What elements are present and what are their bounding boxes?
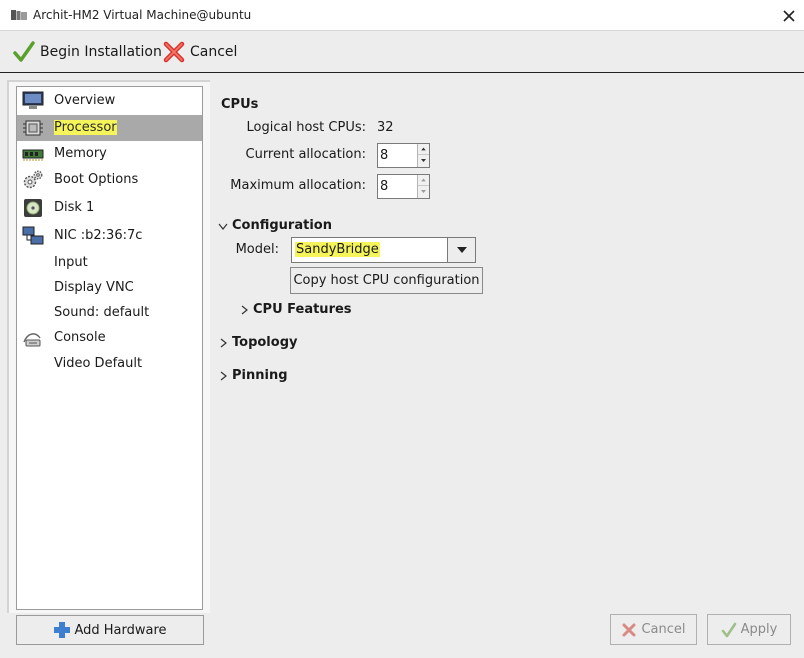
dropdown-arrow-icon <box>457 247 467 253</box>
serial-cable-icon <box>23 333 41 347</box>
maximum-allocation-value: 8 <box>380 179 389 194</box>
configuration-title: Configuration <box>232 218 332 233</box>
toolbar-cancel-button[interactable]: Cancel <box>162 31 237 72</box>
apply-label: Apply <box>740 622 778 637</box>
pinning-title: Pinning <box>232 368 288 383</box>
begin-installation-label: Begin Installation <box>40 43 162 60</box>
cpu-model-combobox[interactable]: SandyBridge <box>291 237 476 263</box>
sidebar-item-sound[interactable]: Sound: default <box>17 300 202 326</box>
configuration-expander[interactable]: Configuration <box>218 218 332 233</box>
footer-cancel-button[interactable]: Cancel <box>610 614 697 645</box>
gears-icon <box>23 170 43 189</box>
topology-expander[interactable]: Topology <box>218 335 297 350</box>
sidebar-item-label: Overview <box>54 93 116 108</box>
collapsed-arrow-icon <box>241 305 248 314</box>
spin-down-icon[interactable] <box>418 186 429 197</box>
spinner-arrows <box>417 144 429 167</box>
cpu-features-expander[interactable]: CPU Features <box>239 302 352 317</box>
checkmark-icon <box>721 622 736 637</box>
sidebar-item-processor[interactable]: Processor <box>17 115 202 141</box>
sidebar-item-display-vnc[interactable]: Display VNC <box>17 275 202 301</box>
topology-title: Topology <box>232 335 298 350</box>
maximum-allocation-label: Maximum allocation: <box>230 178 366 193</box>
cpu-model-value: SandyBridge <box>295 242 380 257</box>
sidebar-item-input[interactable]: Input <box>17 250 202 276</box>
toolbar: Begin Installation Cancel <box>0 31 804 73</box>
begin-installation-button[interactable]: Begin Installation <box>12 31 162 72</box>
pinning-expander[interactable]: Pinning <box>218 368 288 383</box>
logical-host-cpus-label: Logical host CPUs: <box>246 120 366 135</box>
network-icon <box>22 226 44 245</box>
spinner-arrows <box>417 175 429 198</box>
memory-icon <box>22 149 44 161</box>
sidebar-item-memory[interactable]: Memory <box>17 141 202 167</box>
close-icon[interactable] <box>779 6 799 26</box>
spin-down-icon[interactable] <box>418 155 429 166</box>
apply-button[interactable]: Apply <box>707 614 791 645</box>
current-allocation-label: Current allocation: <box>245 147 367 162</box>
sidebar-item-label: NIC :b2:36:7c <box>54 228 143 243</box>
sidebar-item-label: Boot Options <box>54 172 139 187</box>
sidebar-item-console[interactable]: Console <box>17 325 202 351</box>
sidebar-item-label: Display VNC <box>54 280 134 295</box>
monitor-icon <box>22 91 44 109</box>
title-bar: Archit-HM2 Virtual Machine@ubuntu <box>0 0 804 31</box>
current-allocation-value: 8 <box>380 148 389 163</box>
model-label: Model: <box>235 242 279 257</box>
hardware-list: Overview Processor Memory Boot Options D… <box>16 86 203 610</box>
copy-host-cpu-config-label: Copy host CPU configuration <box>293 273 480 288</box>
sidebar-item-nic[interactable]: NIC :b2:36:7c <box>17 223 202 249</box>
expanded-arrow-icon <box>218 223 228 230</box>
current-allocation-spinner[interactable]: 8 <box>377 143 430 168</box>
collapsed-arrow-icon <box>220 338 227 347</box>
sidebar-item-label: Console <box>54 330 106 345</box>
toolbar-cancel-label: Cancel <box>190 43 238 60</box>
collapsed-arrow-icon <box>220 371 227 380</box>
spin-up-icon[interactable] <box>418 175 429 186</box>
sidebar-item-video-default[interactable]: Video Default <box>17 351 202 377</box>
window-title: Archit-HM2 Virtual Machine@ubuntu <box>33 8 252 22</box>
sidebar-item-boot-options[interactable]: Boot Options <box>17 167 202 193</box>
cpu-chip-icon <box>23 120 43 136</box>
plus-icon <box>54 622 71 638</box>
model-dropdown-button[interactable] <box>447 238 475 262</box>
copy-host-cpu-config-button[interactable]: Copy host CPU configuration <box>290 267 483 294</box>
spin-up-icon[interactable] <box>418 144 429 155</box>
checkmark-icon <box>13 40 35 62</box>
maximum-allocation-spinner[interactable]: 8 <box>377 174 430 199</box>
logical-host-cpus-value: 32 <box>377 120 394 135</box>
sidebar-item-label: Video Default <box>54 356 143 371</box>
sidebar-item-label: Memory <box>54 146 107 161</box>
virt-manager-icon <box>11 10 27 20</box>
disk-icon <box>24 199 42 217</box>
cpu-features-title: CPU Features <box>253 302 352 317</box>
cpus-section-title: CPUs <box>221 97 259 112</box>
sidebar-item-overview[interactable]: Overview <box>17 88 202 114</box>
add-hardware-button[interactable]: Add Hardware <box>16 615 204 645</box>
sidebar-item-disk-1[interactable]: Disk 1 <box>17 195 202 221</box>
red-x-icon <box>622 623 636 636</box>
red-x-icon <box>163 41 185 62</box>
sidebar-item-label: Processor <box>54 120 117 135</box>
footer-cancel-label: Cancel <box>641 622 686 637</box>
sidebar-item-label: Input <box>54 255 88 270</box>
sidebar-item-label: Sound: default <box>54 305 150 320</box>
add-hardware-label: Add Hardware <box>74 622 167 638</box>
sidebar-item-label: Disk 1 <box>54 200 95 215</box>
